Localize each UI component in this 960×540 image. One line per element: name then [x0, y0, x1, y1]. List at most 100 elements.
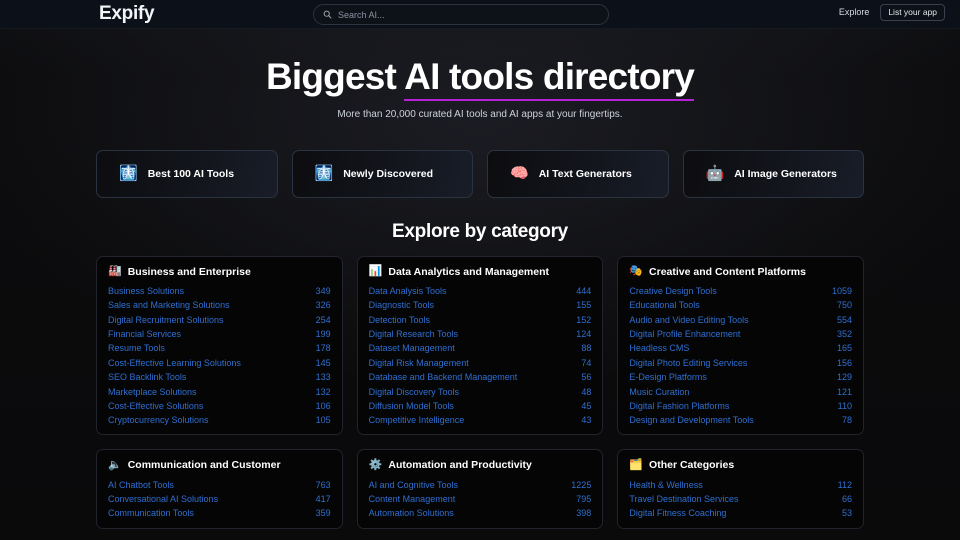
- category-link[interactable]: AI Chatbot Tools: [108, 480, 174, 490]
- card-title: Creative and Content Platforms: [649, 265, 806, 278]
- category-link[interactable]: Cost-Effective Solutions: [108, 401, 203, 411]
- list-item[interactable]: Design and Development Tools 78: [629, 413, 852, 427]
- list-item[interactable]: Marketplace Solutions 132: [108, 384, 331, 398]
- list-your-app-button[interactable]: List your app: [880, 4, 945, 21]
- list-item[interactable]: Music Curation 121: [629, 384, 852, 398]
- logo[interactable]: Expify: [99, 3, 155, 25]
- list-item[interactable]: Data Analysis Tools 444: [369, 284, 592, 298]
- folder-icon: 🗂️: [629, 458, 644, 471]
- category-link[interactable]: Content Management: [369, 494, 456, 504]
- category-link[interactable]: Diagnostic Tools: [369, 300, 434, 310]
- category-link[interactable]: Digital Risk Management: [369, 358, 469, 368]
- category-link[interactable]: Health & Wellness: [629, 480, 702, 490]
- category-link[interactable]: Detection Tools: [369, 315, 430, 325]
- search-box[interactable]: [313, 4, 609, 25]
- category-link[interactable]: Digital Fitness Coaching: [629, 508, 726, 518]
- category-link[interactable]: Dataset Management: [369, 343, 455, 353]
- category-link[interactable]: Music Curation: [629, 387, 689, 397]
- category-link[interactable]: Conversational AI Solutions: [108, 494, 218, 504]
- list-item[interactable]: AI and Cognitive Tools 1225: [369, 477, 592, 491]
- list-item[interactable]: Diffusion Model Tools 45: [369, 399, 592, 413]
- category-link[interactable]: Digital Research Tools: [369, 329, 458, 339]
- list-item[interactable]: Digital Fashion Platforms 110: [629, 399, 852, 413]
- category-count: 43: [581, 415, 592, 426]
- category-link[interactable]: Digital Fashion Platforms: [629, 401, 729, 411]
- list-item[interactable]: Communication Tools 359: [108, 506, 331, 520]
- list-item[interactable]: Sales and Marketing Solutions 326: [108, 298, 331, 312]
- feature-button-best-100[interactable]: 🩻 Best 100 AI Tools: [96, 149, 278, 198]
- list-item[interactable]: Cryptocurrency Solutions 105: [108, 413, 331, 427]
- list-item[interactable]: Financial Services 199: [108, 327, 331, 341]
- category-count: 121: [836, 386, 852, 397]
- category-count: 254: [315, 314, 331, 325]
- category-link[interactable]: Data Analysis Tools: [369, 286, 447, 296]
- list-item[interactable]: Business Solutions 349: [108, 284, 331, 298]
- category-link[interactable]: Digital Discovery Tools: [369, 387, 459, 397]
- card-title: Business and Enterprise: [127, 265, 251, 278]
- list-item[interactable]: Health & Wellness 112: [629, 477, 852, 491]
- list-item[interactable]: Cost-Effective Solutions 106: [108, 399, 331, 413]
- feature-button-ai-text-generators[interactable]: 🧠 AI Text Generators: [487, 149, 669, 198]
- category-link[interactable]: Business Solutions: [108, 286, 184, 296]
- list-item[interactable]: Detection Tools 152: [369, 312, 592, 326]
- category-link[interactable]: E-Design Platforms: [629, 372, 707, 382]
- list-item[interactable]: SEO Backlink Tools 133: [108, 370, 331, 384]
- list-item[interactable]: Headless CMS 165: [629, 341, 852, 355]
- category-link[interactable]: Cost-Effective Learning Solutions: [108, 358, 241, 368]
- category-link[interactable]: Automation Solutions: [369, 508, 454, 518]
- list-item[interactable]: Audio and Video Editing Tools 554: [629, 312, 852, 326]
- category-link[interactable]: Digital Photo Editing Services: [629, 358, 747, 368]
- list-item[interactable]: Competitive Intelligence 43: [369, 413, 592, 427]
- list-item[interactable]: Diagnostic Tools 155: [369, 298, 592, 312]
- category-link[interactable]: Diffusion Model Tools: [369, 401, 454, 411]
- list-item[interactable]: Conversational AI Solutions 417: [108, 492, 331, 506]
- category-link[interactable]: Headless CMS: [629, 343, 689, 353]
- list-item[interactable]: Automation Solutions 398: [369, 506, 592, 520]
- category-link[interactable]: Communication Tools: [108, 508, 194, 518]
- feature-button-ai-image-generators[interactable]: 🤖 AI Image Generators: [682, 149, 864, 198]
- category-link[interactable]: Competitive Intelligence: [369, 415, 465, 425]
- category-item-list: AI and Cognitive Tools 1225 Content Manag…: [369, 477, 592, 520]
- feature-button-newly-discovered[interactable]: 🩻 Newly Discovered: [291, 149, 473, 198]
- category-link[interactable]: Creative Design Tools: [629, 286, 716, 296]
- category-link[interactable]: Digital Recruitment Solutions: [108, 315, 224, 325]
- category-link[interactable]: Resume Tools: [108, 343, 165, 353]
- list-item[interactable]: Creative Design Tools 1059: [629, 284, 852, 298]
- category-link[interactable]: Digital Profile Enhancement: [629, 329, 740, 339]
- list-item[interactable]: Cost-Effective Learning Solutions 145: [108, 356, 331, 370]
- list-item[interactable]: Content Management 795: [369, 492, 592, 506]
- category-link[interactable]: Financial Services: [108, 329, 181, 339]
- category-link[interactable]: Design and Development Tools: [629, 415, 753, 425]
- category-link[interactable]: Sales and Marketing Solutions: [108, 300, 230, 310]
- nav-explore-link[interactable]: Explore: [839, 7, 870, 17]
- list-item[interactable]: Digital Research Tools 124: [369, 327, 592, 341]
- category-link[interactable]: Cryptocurrency Solutions: [108, 415, 209, 425]
- category-link[interactable]: Travel Destination Services: [629, 494, 738, 504]
- search-icon: [323, 10, 332, 19]
- list-item[interactable]: AI Chatbot Tools 763: [108, 477, 331, 491]
- list-item[interactable]: Resume Tools 178: [108, 341, 331, 355]
- category-link[interactable]: AI and Cognitive Tools: [369, 480, 458, 490]
- category-count: 48: [581, 386, 592, 397]
- list-item[interactable]: Digital Profile Enhancement 352: [629, 327, 852, 341]
- category-item-list: Creative Design Tools 1059 Educational To…: [629, 284, 852, 428]
- list-item[interactable]: Digital Risk Management 74: [369, 356, 592, 370]
- list-item[interactable]: Digital Discovery Tools 48: [369, 384, 592, 398]
- list-item[interactable]: Dataset Management 88: [369, 341, 592, 355]
- search-input[interactable]: [338, 5, 599, 24]
- list-item[interactable]: Travel Destination Services 66: [629, 492, 852, 506]
- category-link[interactable]: Educational Tools: [629, 300, 699, 310]
- list-item[interactable]: Educational Tools 750: [629, 298, 852, 312]
- category-card-creative-and-content-platforms: 🎭 Creative and Content Platforms Creativ…: [617, 255, 864, 436]
- card-title: Automation and Productivity: [388, 459, 532, 472]
- category-count: 112: [837, 479, 852, 490]
- list-item[interactable]: Digital Photo Editing Services 156: [629, 356, 852, 370]
- list-item[interactable]: E-Design Platforms 129: [629, 370, 852, 384]
- category-link[interactable]: Database and Backend Management: [369, 372, 518, 382]
- list-item[interactable]: Digital Recruitment Solutions 254: [108, 312, 331, 326]
- category-link[interactable]: Audio and Video Editing Tools: [629, 315, 748, 325]
- category-link[interactable]: SEO Backlink Tools: [108, 372, 186, 382]
- list-item[interactable]: Digital Fitness Coaching 53: [629, 506, 852, 520]
- list-item[interactable]: Database and Backend Management 56: [369, 370, 592, 384]
- category-link[interactable]: Marketplace Solutions: [108, 387, 197, 397]
